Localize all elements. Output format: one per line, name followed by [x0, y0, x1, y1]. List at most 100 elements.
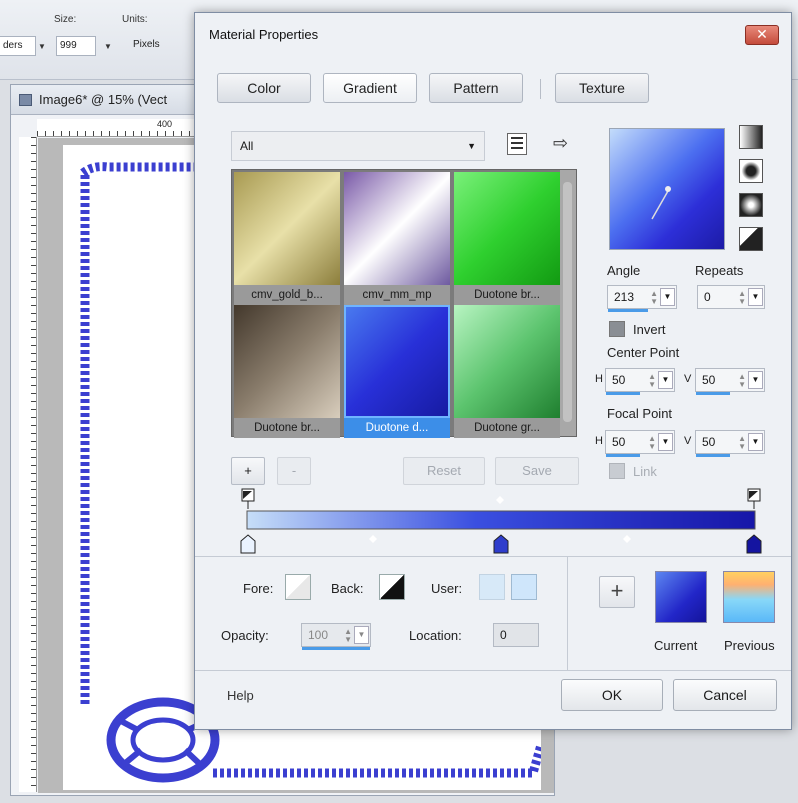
- previous-swatch[interactable]: [723, 571, 775, 623]
- focal-h-input[interactable]: 50 ▲ ▼ ▼: [605, 430, 675, 457]
- help-link[interactable]: Help: [227, 688, 254, 703]
- gradient-tile[interactable]: Duotone br...: [234, 305, 340, 438]
- color-stop-left[interactable]: [240, 534, 256, 554]
- opacity-stop-right[interactable]: [747, 488, 761, 502]
- tab-divider: [540, 79, 541, 99]
- chevron-down-icon: ▼: [467, 141, 476, 151]
- add-gradient-button[interactable]: +: [231, 457, 265, 485]
- linear-style-button[interactable]: [739, 125, 763, 149]
- center-h-slider[interactable]: [606, 392, 640, 395]
- center-h-input[interactable]: 50 ▲ ▼ ▼: [605, 368, 675, 395]
- gradient-label: Duotone br...: [234, 418, 340, 438]
- opacity-input[interactable]: 100 ▲ ▼ ▼: [301, 623, 371, 650]
- spinner-arrows-icon[interactable]: ▲ ▼: [650, 290, 658, 306]
- location-input[interactable]: 0: [493, 623, 539, 647]
- angle-slider[interactable]: [608, 309, 648, 312]
- close-button[interactable]: ✕: [745, 25, 779, 45]
- opacity-value: 100: [308, 628, 329, 642]
- gradient-preview[interactable]: [609, 128, 725, 250]
- arrow-right-icon[interactable]: ⇨: [553, 133, 568, 154]
- ok-button[interactable]: OK: [561, 679, 663, 711]
- units-select[interactable]: Pixels: [130, 36, 180, 56]
- rectangular-style-button[interactable]: [739, 159, 763, 183]
- category-select-value: All: [240, 139, 254, 153]
- color-stop-right[interactable]: [746, 534, 762, 554]
- tab-pattern[interactable]: Pattern: [429, 73, 523, 103]
- reset-button[interactable]: Reset: [403, 457, 485, 485]
- chevron-down-icon[interactable]: ▼: [660, 288, 675, 306]
- ruler-number: 400: [157, 119, 173, 129]
- radial-style-button[interactable]: [739, 193, 763, 217]
- remove-gradient-button[interactable]: -: [277, 457, 311, 485]
- vertical-ruler: [19, 137, 37, 792]
- gradient-swatch: [234, 305, 340, 418]
- focal-point-label: Focal Point: [607, 406, 673, 421]
- scrollbar-thumb[interactable]: [563, 182, 572, 422]
- spinner-arrows-icon[interactable]: ▲ ▼: [648, 373, 656, 389]
- spinner-arrows-icon[interactable]: ▲ ▼: [738, 290, 746, 306]
- center-h-label: H: [595, 373, 603, 385]
- angle-label: Angle: [607, 263, 641, 278]
- gradient-tile[interactable]: cmv_mm_mp: [344, 172, 450, 305]
- opacity-slider[interactable]: [302, 647, 370, 650]
- category-select[interactable]: All ▼: [231, 131, 485, 161]
- back-swatch[interactable]: [379, 574, 405, 600]
- link-checkbox[interactable]: [609, 463, 625, 479]
- sunburst-style-button[interactable]: [739, 227, 763, 251]
- angle-handle[interactable]: [610, 129, 726, 251]
- mode-select[interactable]: ders: [0, 36, 36, 56]
- size-input[interactable]: 999: [56, 36, 96, 56]
- center-v-value: 50: [702, 373, 716, 387]
- color-midpoint[interactable]: [623, 535, 631, 543]
- user-swatch-1[interactable]: [479, 574, 505, 600]
- center-v-slider[interactable]: [696, 392, 730, 395]
- current-swatch[interactable]: [655, 571, 707, 623]
- color-midpoint[interactable]: [369, 535, 377, 543]
- chevron-down-icon[interactable]: ▼: [104, 42, 112, 51]
- location-label: Location:: [409, 628, 462, 643]
- spinner-arrows-icon[interactable]: ▲ ▼: [344, 628, 352, 644]
- tab-gradient[interactable]: Gradient: [323, 73, 417, 103]
- cancel-button[interactable]: Cancel: [673, 679, 777, 711]
- gradient-editor[interactable]: [235, 487, 775, 555]
- chevron-down-icon[interactable]: ▼: [658, 371, 673, 389]
- scrollbar[interactable]: [560, 170, 576, 436]
- gradient-tile[interactable]: Duotone br...: [454, 172, 560, 305]
- save-button[interactable]: Save: [495, 457, 579, 485]
- divider: [567, 556, 568, 670]
- gradient-label: Duotone br...: [454, 285, 560, 305]
- chevron-down-icon[interactable]: ▼: [748, 288, 763, 306]
- invert-checkbox[interactable]: [609, 321, 625, 337]
- gradient-tile[interactable]: Duotone gr...: [454, 305, 560, 438]
- divider: [195, 670, 791, 671]
- invert-label: Invert: [633, 322, 666, 337]
- chevron-down-icon[interactable]: ▼: [38, 42, 46, 51]
- repeats-input[interactable]: 0 ▲ ▼ ▼: [697, 285, 765, 309]
- focal-v-input[interactable]: 50 ▲ ▼ ▼: [695, 430, 765, 457]
- add-to-swatches-button[interactable]: +: [599, 576, 635, 608]
- focal-v-slider[interactable]: [696, 454, 730, 457]
- chevron-down-icon[interactable]: ▼: [354, 626, 369, 644]
- fore-label: Fore:: [243, 581, 274, 596]
- user-swatch-2[interactable]: [511, 574, 537, 600]
- focal-h-value: 50: [612, 435, 626, 449]
- tab-texture[interactable]: Texture: [555, 73, 649, 103]
- fore-swatch[interactable]: [285, 574, 311, 600]
- spinner-arrows-icon[interactable]: ▲ ▼: [648, 435, 656, 451]
- tab-color[interactable]: Color: [217, 73, 311, 103]
- color-stop-middle[interactable]: [493, 534, 509, 554]
- center-v-input[interactable]: 50 ▲ ▼ ▼: [695, 368, 765, 395]
- opacity-stop-left[interactable]: [241, 488, 255, 502]
- spinner-arrows-icon[interactable]: ▲ ▼: [738, 373, 746, 389]
- chevron-down-icon[interactable]: ▼: [748, 433, 763, 451]
- opacity-midpoint[interactable]: [496, 496, 504, 504]
- focal-h-slider[interactable]: [606, 454, 640, 457]
- gradient-tile[interactable]: Duotone d...: [344, 305, 450, 438]
- angle-input[interactable]: 213 ▲ ▼ ▼: [607, 285, 677, 312]
- resource-manager-icon[interactable]: [507, 133, 527, 155]
- chevron-down-icon[interactable]: ▼: [658, 433, 673, 451]
- chevron-down-icon[interactable]: ▼: [748, 371, 763, 389]
- gradient-bar[interactable]: [246, 510, 756, 530]
- spinner-arrows-icon[interactable]: ▲ ▼: [738, 435, 746, 451]
- gradient-tile[interactable]: cmv_gold_b...: [234, 172, 340, 305]
